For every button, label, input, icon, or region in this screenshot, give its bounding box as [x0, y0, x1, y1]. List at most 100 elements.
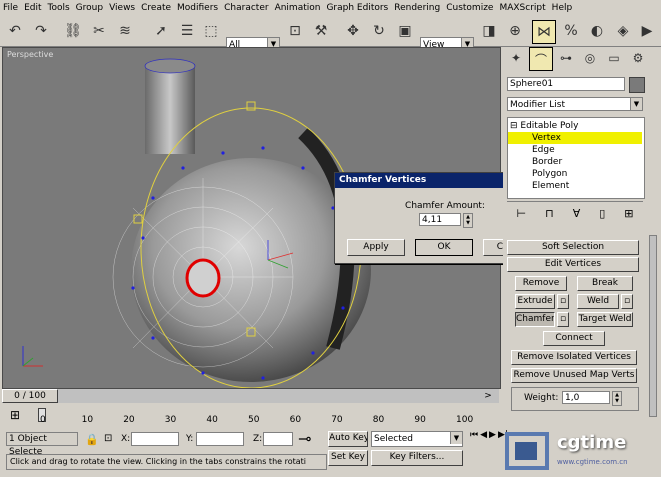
remove-isolated-vertices-button[interactable]: Remove Isolated Vertices	[511, 350, 637, 365]
menu-tools[interactable]: Tools	[45, 0, 73, 16]
selection-count: 1 Object Selecte	[6, 432, 78, 457]
remove-modifier-icon[interactable]: ▯	[599, 207, 605, 220]
modify-tab-icon[interactable]: ⌒	[529, 47, 553, 71]
select-move-icon[interactable]: ✥	[342, 20, 364, 42]
configure-sets-icon[interactable]: ⊞	[624, 207, 633, 220]
manipulate-icon[interactable]: ⚒	[310, 20, 332, 42]
display-tab-icon[interactable]: ▭	[603, 47, 625, 69]
previous-frame-icon[interactable]: ◀	[480, 430, 487, 440]
panel-scrollbar[interactable]	[649, 235, 657, 417]
stack-item-polygon[interactable]: Polygon	[532, 168, 567, 180]
object-name-field[interactable]: Sphere01	[507, 77, 625, 91]
window-crossing-icon[interactable]: ⊡	[284, 20, 306, 42]
bind-space-warp-icon[interactable]: ≋	[114, 20, 136, 42]
select-by-name-icon[interactable]: ☰	[176, 20, 198, 42]
chamfer-settings-icon[interactable]: ▫	[557, 312, 569, 327]
soft-selection-rollout[interactable]: Soft Selection	[507, 240, 639, 255]
apply-button[interactable]: Apply	[347, 239, 405, 256]
menu-maxscript[interactable]: MAXScript	[496, 0, 548, 16]
material-editor-icon[interactable]: ◐	[586, 20, 608, 42]
time-slider-track[interactable]: 0 / 100 >	[2, 389, 499, 403]
auto-key-button[interactable]: Auto Key	[328, 431, 368, 447]
y-coordinate-field[interactable]	[196, 432, 244, 446]
align-icon[interactable]: %	[560, 20, 582, 42]
menu-character[interactable]: Character	[221, 0, 271, 16]
weight-input[interactable]: 1,0	[562, 391, 610, 404]
mirror-icon[interactable]: ⋈	[532, 20, 556, 44]
stack-item-edge[interactable]: Edge	[532, 144, 555, 156]
z-coordinate-field[interactable]	[263, 432, 293, 446]
motion-tab-icon[interactable]: ◎	[579, 47, 601, 69]
spinner-icon[interactable]: ▲ ▼	[463, 213, 473, 228]
key-mode-dropdown[interactable]: Selected ▼	[371, 431, 463, 447]
modifier-list-dropdown[interactable]: Modifier List ▼	[507, 97, 643, 111]
menu-rendering[interactable]: Rendering	[391, 0, 443, 16]
show-end-result-icon[interactable]: ⊓	[545, 207, 554, 220]
object-color-swatch[interactable]	[629, 77, 645, 93]
select-rotate-icon[interactable]: ↻	[368, 20, 390, 42]
connect-button[interactable]: Connect	[543, 331, 605, 346]
make-unique-icon[interactable]: ∀	[573, 207, 581, 220]
key-icon: ⊸	[298, 429, 312, 448]
ok-button[interactable]: OK	[415, 239, 473, 256]
menu-views[interactable]: Views	[106, 0, 138, 16]
edit-vertices-rollout[interactable]: Edit Vertices	[507, 257, 639, 272]
snap-toggle-icon[interactable]: ⊕	[504, 20, 526, 42]
render-scene-icon[interactable]: ◈	[612, 20, 634, 42]
undo-icon[interactable]: ↶	[4, 20, 26, 42]
menu-customize[interactable]: Customize	[443, 0, 496, 16]
remove-unused-map-verts-button[interactable]: Remove Unused Map Verts	[511, 368, 637, 383]
extrude-settings-icon[interactable]: ▫	[557, 294, 569, 309]
x-coordinate-field[interactable]	[131, 432, 179, 446]
unlink-icon[interactable]: ✂	[88, 20, 110, 42]
go-to-start-icon[interactable]: ⏮	[470, 430, 478, 440]
create-tab-icon[interactable]: ✦	[505, 47, 527, 69]
weld-button[interactable]: Weld	[577, 294, 619, 309]
select-icon[interactable]: ➚	[150, 20, 172, 42]
menu-file[interactable]: File	[0, 0, 21, 16]
menu-help[interactable]: Help	[549, 0, 576, 16]
absolute-mode-icon[interactable]: ⊡	[104, 433, 112, 444]
utilities-tab-icon[interactable]: ⚙	[627, 47, 649, 69]
stack-item-element[interactable]: Element	[532, 180, 569, 192]
stack-item-border[interactable]: Border	[532, 156, 562, 168]
chamfer-button[interactable]: Chamfer	[515, 312, 555, 327]
next-frame-icon[interactable]: >	[478, 389, 498, 403]
weight-spinner-icon[interactable]: ▲ ▼	[612, 391, 622, 406]
select-region-icon[interactable]: ⬚	[200, 20, 222, 42]
hierarchy-tab-icon[interactable]: ⊶	[555, 47, 577, 69]
time-slider-thumb[interactable]: 0 / 100	[2, 389, 58, 403]
playback-controls: ⏮ ◀ ▶ ▶|	[470, 430, 508, 440]
remove-button[interactable]: Remove	[515, 276, 567, 291]
chamfer-amount-input[interactable]: 4,11	[419, 213, 461, 226]
select-link-icon[interactable]: ⛓	[62, 20, 84, 42]
frame-tick-label: 20	[123, 415, 135, 425]
redo-icon[interactable]: ↷	[30, 20, 52, 42]
menu-create[interactable]: Create	[138, 0, 174, 16]
play-icon[interactable]: ▶	[489, 430, 496, 440]
menu-modifiers[interactable]: Modifiers	[174, 0, 221, 16]
menu-edit[interactable]: Edit	[21, 0, 44, 16]
quick-render-icon[interactable]: ▶	[636, 20, 658, 42]
set-key-button[interactable]: Set Key	[328, 450, 368, 466]
pivot-center-icon[interactable]: ◨	[478, 20, 500, 42]
frame-tick-label: 70	[331, 415, 343, 425]
x-label: X:	[121, 434, 131, 444]
break-button[interactable]: Break	[577, 276, 633, 291]
menu-animation[interactable]: Animation	[272, 0, 324, 16]
pin-stack-icon[interactable]: ⊢	[517, 207, 527, 220]
track-bar[interactable]: ⊞ 0 10 20 30 40 50 60 70 80 90 100	[2, 404, 499, 426]
mini-curve-editor-icon[interactable]: ⊞	[10, 408, 20, 422]
select-scale-icon[interactable]: ▣	[394, 20, 416, 42]
frame-tick-label: 0	[40, 415, 46, 425]
key-filters-button[interactable]: Key Filters...	[371, 450, 463, 466]
frame-tick-label: 40	[206, 415, 218, 425]
menu-group[interactable]: Group	[73, 0, 106, 16]
target-weld-button[interactable]: Target Weld	[577, 312, 633, 327]
menu-graph-editors[interactable]: Graph Editors	[323, 0, 391, 16]
extrude-button[interactable]: Extrude	[515, 294, 555, 309]
weld-settings-icon[interactable]: ▫	[621, 294, 633, 309]
lock-selection-icon[interactable]: 🔒	[85, 433, 99, 446]
stack-root-editable-poly[interactable]: ⊟ Editable Poly	[510, 120, 578, 132]
stack-item-vertex[interactable]: Vertex	[508, 132, 642, 144]
